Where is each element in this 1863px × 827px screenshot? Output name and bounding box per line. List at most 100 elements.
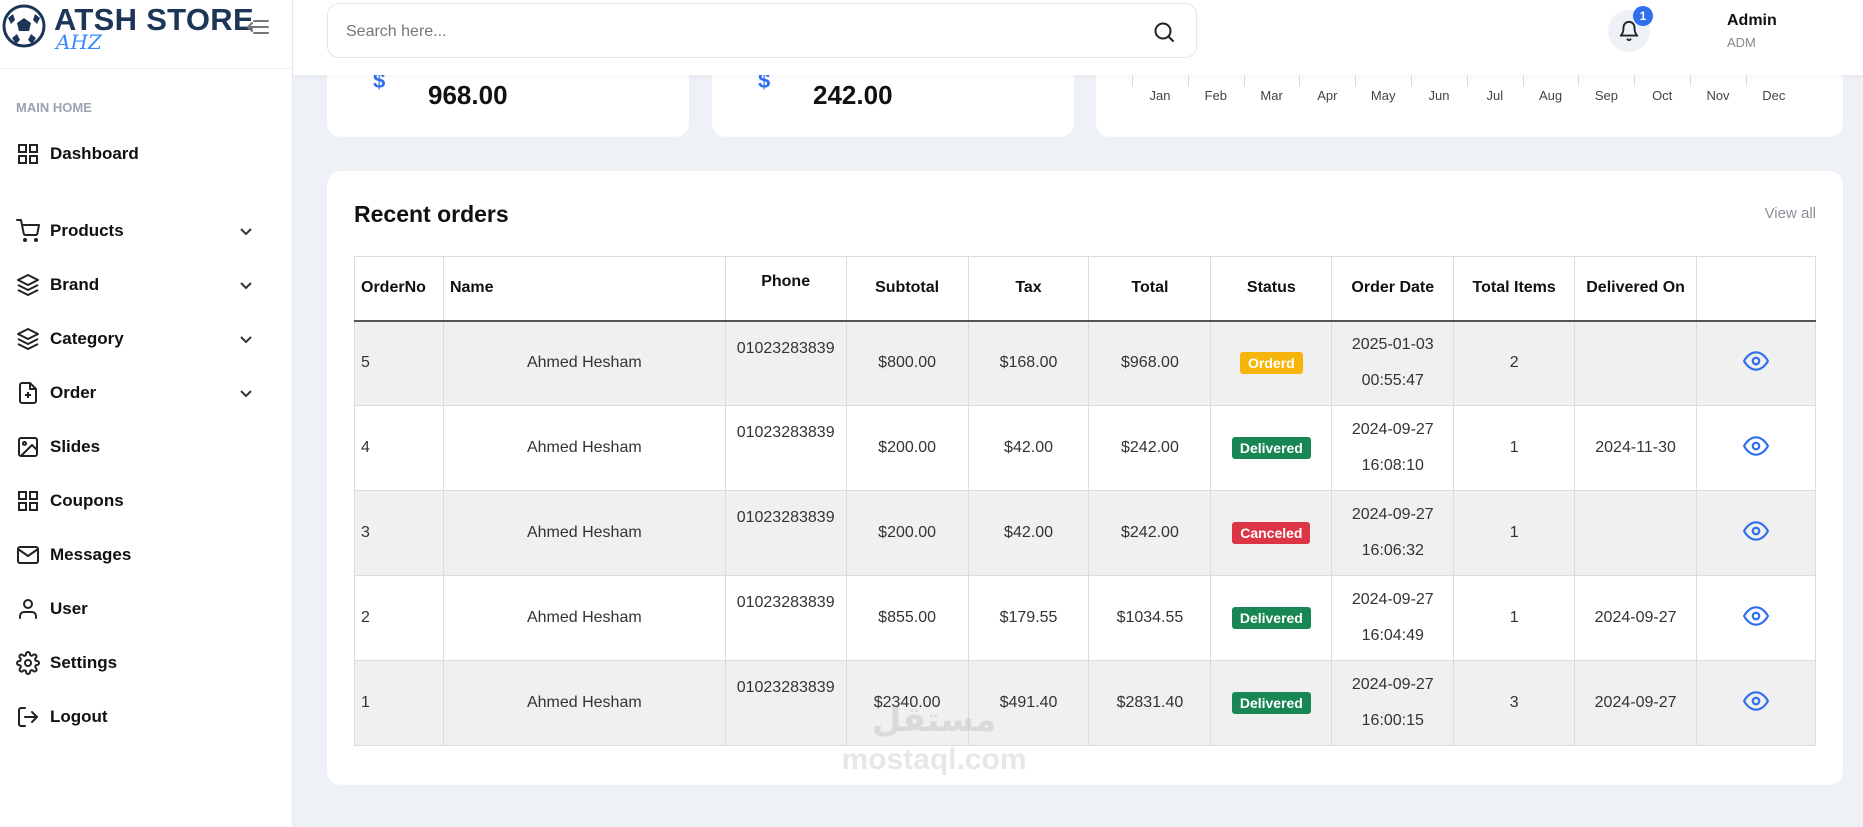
cell-name: Ahmed Hesham — [442, 575, 726, 661]
sidebar-item-messages[interactable]: Messages — [0, 535, 292, 575]
cell-status: Delivered — [1210, 660, 1333, 746]
cell-tax: $179.55 — [967, 575, 1090, 661]
sidebar-item-order[interactable]: Order — [0, 373, 292, 413]
cell-total-items: 1 — [1453, 490, 1576, 576]
sidebar-item-category[interactable]: Category — [0, 319, 292, 359]
search-input[interactable] — [346, 18, 1126, 46]
cell-name: Ahmed Hesham — [442, 405, 726, 491]
gear-icon — [16, 651, 40, 675]
collapse-menu-icon[interactable] — [244, 14, 270, 40]
chart-tick — [1132, 74, 1133, 86]
sidebar-item-coupons[interactable]: Coupons — [0, 481, 292, 521]
sidebar-item-user[interactable]: User — [0, 589, 292, 629]
cell-order-date: 2024-09-27 16:08:10 — [1331, 405, 1455, 491]
sidebar-item-brand[interactable]: Brand — [0, 265, 292, 305]
chart-tick-label: Jun — [1428, 88, 1450, 103]
order-time: 16:04:49 — [1361, 627, 1424, 644]
brand-subtitle: AHZ — [56, 30, 102, 54]
sidebar-item-label: Messages — [50, 545, 132, 564]
chart-tick — [1299, 74, 1301, 86]
chart-tick-label: Feb — [1204, 88, 1227, 103]
cell-total: $2831.40 — [1088, 660, 1212, 746]
chart-tick — [1187, 74, 1189, 86]
status-badge: Orderd — [1240, 352, 1303, 375]
view-order-button[interactable] — [1696, 490, 1816, 576]
cell-delivered-on: 2024-09-27 — [1574, 575, 1698, 661]
view-order-button[interactable] — [1696, 405, 1816, 491]
chart-tick-label: Sep — [1594, 88, 1618, 103]
orders-table: OrderNo Name Phone Subtotal Tax Total St… — [354, 256, 1816, 746]
search-box — [327, 3, 1197, 58]
cell-total: $968.00 — [1088, 320, 1212, 406]
sidebar: ATSH STORE AHZ MAIN HOME Dashboard Produ… — [0, 0, 293, 827]
cell-status: Delivered — [1210, 575, 1333, 661]
order-time: 16:08:10 — [1361, 457, 1424, 474]
cell-name: Ahmed Hesham — [442, 660, 726, 746]
order-time: 16:00:15 — [1361, 712, 1424, 729]
sidebar-item-label: Slides — [50, 437, 101, 456]
recent-orders-card: Recent orders View all OrderNo Name Phon… — [327, 171, 1843, 785]
view-order-button[interactable] — [1696, 660, 1816, 746]
grid-icon — [18, 144, 38, 164]
chart-tick-label: Jan — [1149, 88, 1171, 103]
notification-count-badge: 1 — [1633, 6, 1653, 26]
cell-total: $1034.55 — [1088, 575, 1212, 661]
status-badge: Delivered — [1231, 607, 1311, 629]
user-role: ADM — [1727, 35, 1756, 50]
view-order-button[interactable] — [1696, 320, 1816, 406]
table-row: 5 Ahmed Hesham 01023283839 $800.00 $168.00 $9… — [354, 320, 1816, 406]
file-plus-icon — [19, 382, 37, 404]
column-header: Delivered On — [1574, 256, 1698, 321]
chevron-down-icon — [240, 282, 252, 290]
cell-total: $242.00 — [1088, 490, 1212, 576]
status-badge: Delivered — [1231, 692, 1311, 714]
eye-icon — [1743, 351, 1770, 371]
sidebar-item-dashboard[interactable]: Dashboard — [0, 134, 292, 174]
sidebar-item-slides[interactable]: Slides — [0, 427, 292, 467]
image-icon — [18, 437, 38, 457]
table-row: 3 Ahmed Hesham 01023283839 $200.00 $42.00 $24… — [354, 490, 1816, 576]
eye-icon — [1743, 605, 1770, 626]
user-name[interactable]: Admin — [1727, 12, 1777, 30]
cell-status: Canceled — [1210, 490, 1333, 576]
stat-value: 968.00 — [428, 80, 508, 110]
cell-phone: 01023283839 — [724, 490, 847, 576]
search-icon[interactable] — [1152, 20, 1176, 44]
cell-subtotal: $200.00 — [845, 490, 969, 576]
cell-name: Ahmed Hesham — [442, 320, 726, 406]
cell-total-items: 3 — [1453, 660, 1576, 746]
table-row: 2 Ahmed Hesham 01023283839 $855.00 $179.55 $1… — [354, 575, 1816, 661]
sidebar-item-label: Products — [50, 221, 124, 240]
chart-tick-label: Aug — [1539, 88, 1563, 103]
column-header: Order Date — [1331, 256, 1455, 321]
order-date: 2024-09-27 — [1351, 506, 1434, 523]
cell-order-no: 5 — [354, 320, 444, 406]
sidebar-item-logout[interactable]: Logout — [0, 697, 292, 737]
cell-order-no: 1 — [354, 660, 444, 746]
column-header: OrderNo — [354, 256, 444, 321]
column-header: Total Items — [1453, 256, 1576, 321]
logout-icon — [18, 707, 38, 727]
view-all-link[interactable]: View all — [1765, 205, 1816, 222]
status-badge: Canceled — [1232, 522, 1311, 544]
sidebar-item-products[interactable]: Products — [0, 211, 292, 251]
cell-order-date: 2024-09-27 16:00:15 — [1331, 660, 1455, 746]
user-icon — [19, 599, 37, 619]
cell-subtotal: $800.00 — [845, 320, 969, 406]
chart-tick-label: Apr — [1317, 88, 1338, 103]
chevron-down-icon — [240, 228, 252, 236]
sidebar-item-label: Order — [50, 383, 97, 402]
cell-phone: 01023283839 — [724, 320, 847, 406]
cell-phone: 01023283839 — [724, 405, 847, 491]
eye-icon — [1743, 435, 1770, 456]
cell-subtotal: $855.00 — [845, 575, 969, 661]
column-header: Name — [442, 256, 726, 321]
chart-tick-label: Mar — [1260, 88, 1283, 103]
sidebar-item-settings[interactable]: Settings — [0, 643, 292, 683]
column-header — [1696, 256, 1816, 321]
notifications-button[interactable]: 1 — [1608, 6, 1653, 52]
column-header: Phone — [724, 256, 847, 321]
view-order-button[interactable] — [1696, 575, 1816, 661]
column-header: Status — [1210, 256, 1333, 321]
cell-subtotal: $200.00 — [845, 405, 969, 491]
